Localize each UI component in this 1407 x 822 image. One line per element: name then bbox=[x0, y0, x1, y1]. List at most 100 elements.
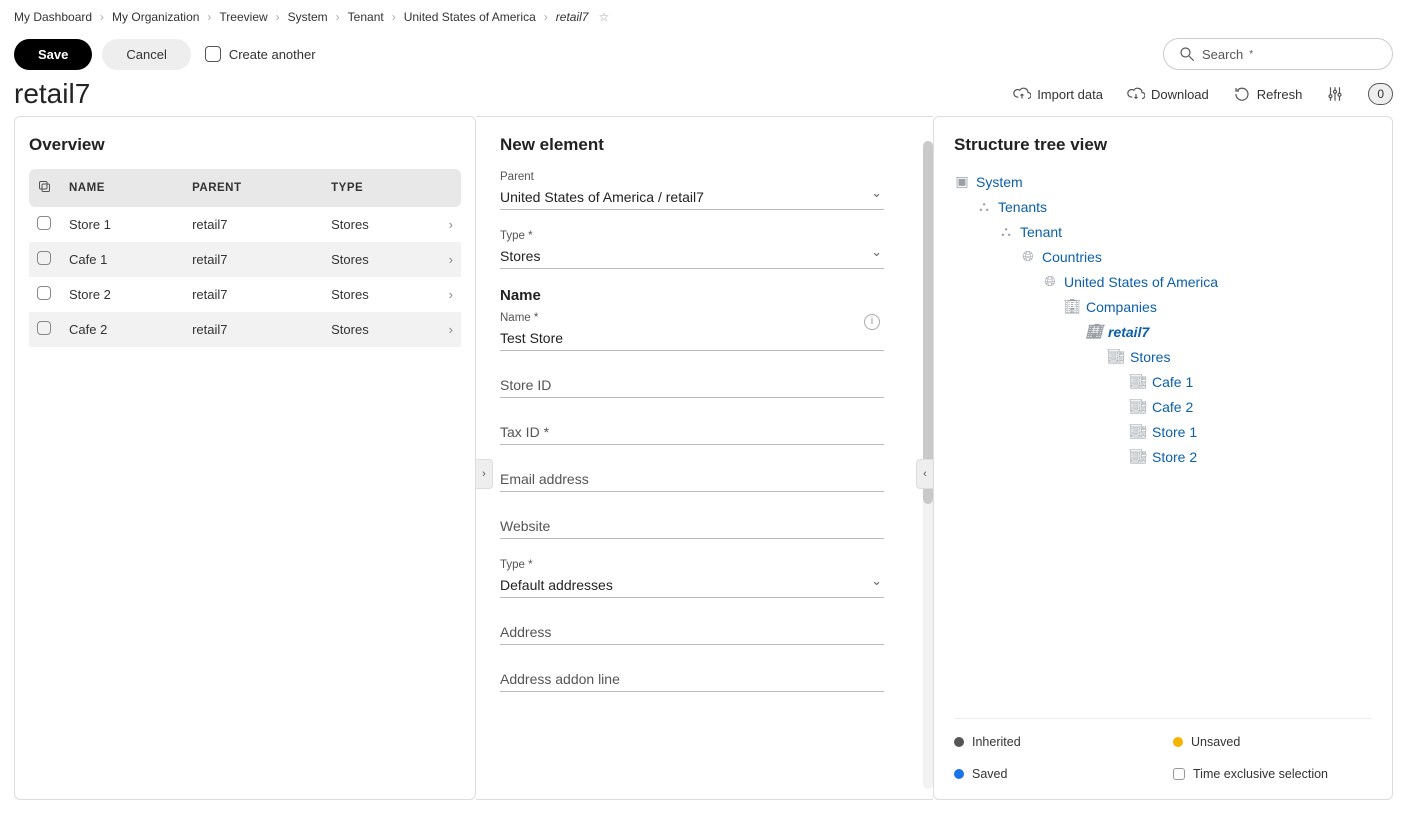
store-icon: 🏬︎ bbox=[1130, 373, 1146, 390]
address-type-select[interactable]: Type * Default addresses ⌄ bbox=[500, 557, 884, 598]
tree-node-usa[interactable]: 🌐︎United States of America bbox=[1042, 269, 1372, 294]
table-row[interactable]: Cafe 2 retail7 Stores › bbox=[29, 312, 461, 347]
address-type-label: Type * bbox=[500, 559, 533, 571]
website-field[interactable]: Website bbox=[500, 510, 884, 539]
col-parent[interactable]: PARENT bbox=[184, 169, 323, 207]
legend-inherited: Inherited bbox=[954, 735, 1153, 749]
chevron-right-icon[interactable]: › bbox=[437, 277, 461, 312]
col-type[interactable]: TYPE bbox=[323, 169, 437, 207]
tenants-icon: ⛬ bbox=[976, 198, 992, 215]
overview-title: Overview bbox=[29, 135, 461, 155]
parent-select[interactable]: Parent United States of America / retail… bbox=[500, 169, 884, 210]
chevron-right-icon: › bbox=[336, 10, 340, 24]
tree-node-stores[interactable]: 🏬︎Stores bbox=[1108, 344, 1372, 369]
tree-node-countries[interactable]: 🌐︎Countries bbox=[1020, 244, 1372, 269]
dot-icon bbox=[954, 769, 964, 779]
chevron-right-icon[interactable]: › bbox=[437, 242, 461, 277]
tree-node-cafe2[interactable]: 🏬︎Cafe 2 bbox=[1130, 394, 1372, 419]
tree-node-store2[interactable]: 🏬︎Store 2 bbox=[1130, 444, 1372, 469]
chevron-right-icon: › bbox=[276, 10, 280, 24]
crumb[interactable]: United States of America bbox=[404, 10, 536, 24]
required-asterisk: * bbox=[1249, 49, 1253, 60]
header-row: retail7 Import data Download Refresh 0 bbox=[0, 78, 1407, 116]
save-button[interactable]: Save bbox=[14, 39, 92, 70]
chevron-right-icon: › bbox=[207, 10, 211, 24]
chevron-right-icon[interactable]: › bbox=[437, 312, 461, 347]
favorite-icon[interactable]: ☆ bbox=[598, 10, 609, 24]
tree-node-tenant[interactable]: ⛬Tenant bbox=[998, 219, 1372, 244]
search-field[interactable]: Search* bbox=[1163, 38, 1393, 70]
globe-icon: 🌐︎ bbox=[1020, 248, 1036, 265]
cell-type: Stores bbox=[323, 207, 437, 242]
select-all-header[interactable] bbox=[29, 169, 61, 207]
table-row[interactable]: Cafe 1 retail7 Stores › bbox=[29, 242, 461, 277]
tree-node-cafe1[interactable]: 🏬︎Cafe 1 bbox=[1130, 369, 1372, 394]
count-badge[interactable]: 0 bbox=[1368, 83, 1393, 105]
tree-node-retail7[interactable]: 🏢︎retail7 bbox=[1086, 319, 1372, 344]
address-type-value: Default addresses bbox=[500, 577, 884, 593]
crumb[interactable]: System bbox=[288, 10, 328, 24]
main-columns: Overview NAME PARENT TYPE Store 1 retail bbox=[0, 116, 1407, 800]
crumb[interactable]: Tenant bbox=[348, 10, 384, 24]
sliders-icon bbox=[1326, 85, 1344, 103]
refresh-button[interactable]: Refresh bbox=[1233, 85, 1303, 103]
chevron-down-icon: ⌄ bbox=[871, 244, 882, 260]
crumb[interactable]: My Organization bbox=[112, 10, 199, 24]
address-field[interactable]: Address bbox=[500, 616, 884, 645]
cloud-download-icon bbox=[1127, 85, 1145, 103]
globe-icon: 🌐︎ bbox=[1042, 273, 1058, 290]
tree-node-system[interactable]: ▣System bbox=[954, 169, 1372, 194]
info-icon[interactable]: i bbox=[864, 314, 880, 330]
company-icon: 🏢︎ bbox=[1086, 323, 1102, 340]
tree-node-store1[interactable]: 🏬︎Store 1 bbox=[1130, 419, 1372, 444]
crumb-current[interactable]: retail7 bbox=[556, 10, 589, 24]
legend-timeexcl: Time exclusive selection bbox=[1173, 767, 1372, 781]
type-select[interactable]: Type * Stores ⌄ bbox=[500, 228, 884, 269]
cell-name: Cafe 2 bbox=[61, 312, 184, 347]
copy-icon bbox=[37, 179, 52, 194]
download-button[interactable]: Download bbox=[1127, 85, 1209, 103]
row-checkbox[interactable] bbox=[37, 251, 51, 265]
chevron-right-icon[interactable]: › bbox=[437, 207, 461, 242]
cell-parent: retail7 bbox=[184, 242, 323, 277]
page-title: retail7 bbox=[14, 78, 90, 110]
cell-type: Stores bbox=[323, 242, 437, 277]
scrollbar-thumb[interactable] bbox=[923, 141, 933, 504]
table-row[interactable]: Store 2 retail7 Stores › bbox=[29, 277, 461, 312]
table-row[interactable]: Store 1 retail7 Stores › bbox=[29, 207, 461, 242]
store-icon: 🏬︎ bbox=[1108, 348, 1124, 365]
row-checkbox[interactable] bbox=[37, 216, 51, 230]
email-field[interactable]: Email address bbox=[500, 463, 884, 492]
import-button[interactable]: Import data bbox=[1013, 85, 1103, 103]
tax-id-field[interactable]: Tax ID * bbox=[500, 416, 884, 445]
store-id-placeholder: Store ID bbox=[500, 377, 884, 393]
import-label: Import data bbox=[1037, 87, 1103, 102]
action-bar: Save Cancel Create another Search* bbox=[0, 34, 1407, 78]
tree-panel: Structure tree view ▣System ⛬Tenants ⛬Te… bbox=[933, 116, 1393, 800]
collapse-tree-toggle[interactable]: ‹ bbox=[916, 459, 933, 489]
crumb[interactable]: Treeview bbox=[219, 10, 267, 24]
chevron-right-icon: › bbox=[392, 10, 396, 24]
filter-button[interactable] bbox=[1326, 85, 1344, 103]
download-label: Download bbox=[1151, 87, 1209, 102]
cancel-button[interactable]: Cancel bbox=[102, 39, 190, 70]
cell-parent: retail7 bbox=[184, 312, 323, 347]
form-panel: › ‹ New element Parent United States of … bbox=[476, 116, 933, 800]
name-field[interactable]: Name * Test Store i bbox=[500, 310, 884, 351]
refresh-icon bbox=[1233, 85, 1251, 103]
website-placeholder: Website bbox=[500, 518, 884, 534]
tree-node-tenants[interactable]: ⛬Tenants bbox=[976, 194, 1372, 219]
cloud-upload-icon bbox=[1013, 85, 1031, 103]
crumb[interactable]: My Dashboard bbox=[14, 10, 92, 24]
row-checkbox[interactable] bbox=[37, 321, 51, 335]
col-name[interactable]: NAME bbox=[61, 169, 184, 207]
toolbar: Import data Download Refresh 0 bbox=[1013, 83, 1393, 105]
row-checkbox[interactable] bbox=[37, 286, 51, 300]
address-addon-field[interactable]: Address addon line bbox=[500, 663, 884, 692]
checkbox-icon[interactable] bbox=[205, 46, 221, 62]
create-another-checkbox[interactable]: Create another bbox=[205, 46, 316, 62]
collapse-overview-toggle[interactable]: › bbox=[476, 459, 493, 489]
tree-node-companies[interactable]: 🏢︎Companies bbox=[1064, 294, 1372, 319]
store-id-field[interactable]: Store ID bbox=[500, 369, 884, 398]
cell-name: Cafe 1 bbox=[61, 242, 184, 277]
